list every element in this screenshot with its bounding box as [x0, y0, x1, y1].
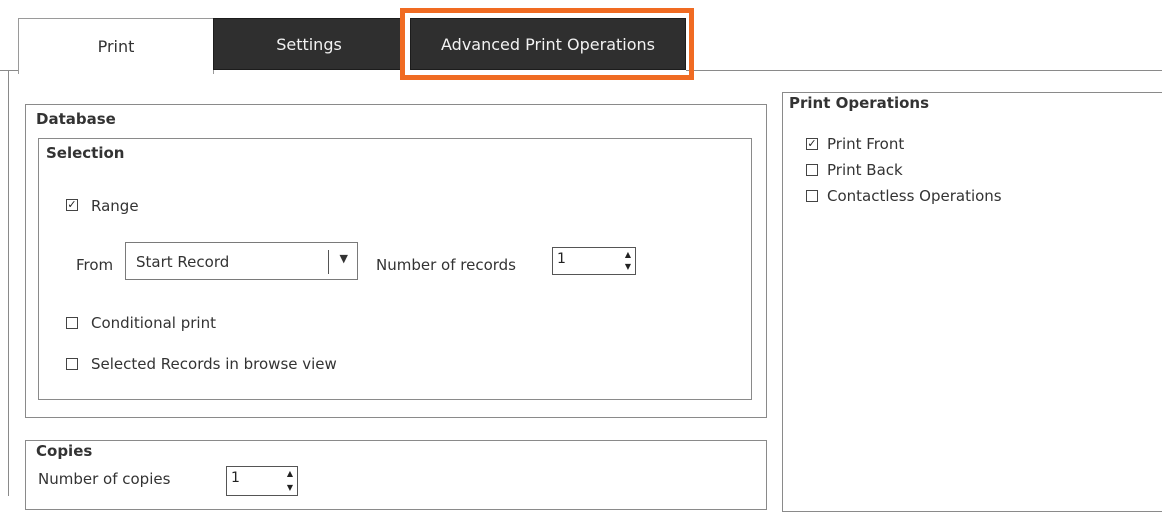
tab-print[interactable]: Print	[18, 18, 214, 74]
print-back-label: Print Back	[827, 161, 903, 179]
contactless-operations-label: Contactless Operations	[827, 187, 1002, 205]
print-front-checkbox[interactable]: ✓	[806, 138, 818, 150]
conditional-print-checkbox[interactable]	[66, 317, 78, 329]
print-operations-title: Print Operations	[787, 94, 932, 112]
tab-print-label: Print	[97, 37, 135, 56]
copies-spinbox[interactable]: 1 ▲ ▼	[226, 466, 298, 496]
print-back-checkbox[interactable]	[806, 164, 818, 176]
tab-settings[interactable]: Settings	[213, 18, 405, 70]
records-label: Number of records	[376, 256, 516, 274]
records-spinbox[interactable]: 1 ▲ ▼	[552, 247, 636, 275]
range-label: Range	[91, 197, 139, 215]
copies-number-label: Number of copies	[38, 470, 171, 488]
selected-records-label: Selected Records in browse view	[91, 355, 337, 373]
tab-settings-label: Settings	[276, 34, 342, 54]
selected-records-checkbox[interactable]	[66, 358, 78, 370]
copies-spinbox-value: 1	[231, 470, 240, 486]
from-dropdown-value: Start Record	[136, 253, 230, 271]
from-label: From	[76, 256, 114, 274]
conditional-print-label: Conditional print	[91, 314, 216, 332]
spin-down-icon[interactable]: ▼	[625, 263, 631, 271]
spin-up-icon[interactable]: ▲	[287, 470, 293, 478]
tab-baseline-left	[0, 70, 18, 71]
print-operations-group	[782, 92, 1162, 512]
range-checkbox[interactable]: ✓	[66, 199, 78, 211]
records-spinbox-value: 1	[557, 251, 566, 267]
database-group-title: Database	[34, 110, 118, 128]
spin-down-icon[interactable]: ▼	[287, 484, 293, 492]
spin-up-icon[interactable]: ▲	[625, 251, 631, 259]
contactless-operations-checkbox[interactable]	[806, 190, 818, 202]
print-front-label: Print Front	[827, 135, 905, 153]
copies-group-title: Copies	[34, 442, 95, 460]
selection-group-title: Selection	[44, 144, 127, 162]
tab-baseline-right	[686, 70, 1162, 71]
tab-panel-left-edge	[8, 70, 9, 496]
chevron-down-icon[interactable]: ▼	[340, 252, 348, 265]
from-dropdown[interactable]: Start Record ▼	[125, 242, 358, 280]
dropdown-separator	[328, 250, 329, 274]
tab-highlight-box	[400, 8, 694, 80]
